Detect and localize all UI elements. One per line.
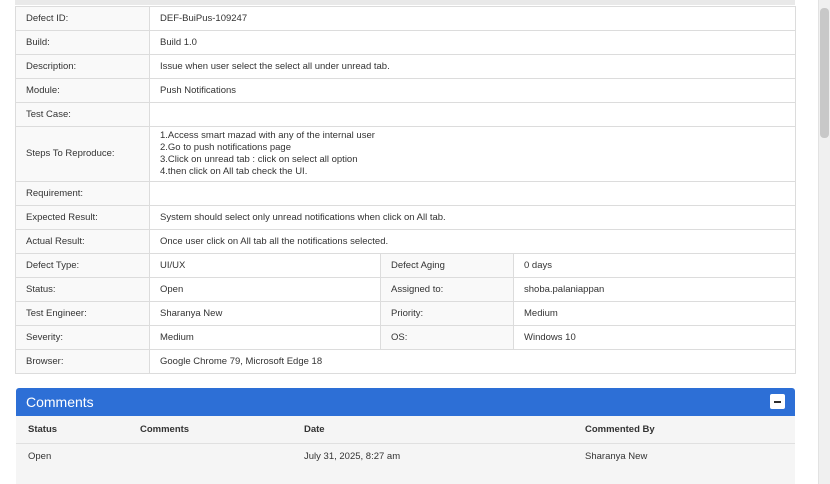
collapse-comments-button[interactable] [770,394,785,409]
row-browser: Browser: Google Chrome 79, Microsoft Edg… [15,349,796,374]
table-row: Open July 31, 2025, 8:27 am Sharanya New [16,444,795,474]
row-status: Status: Open Assigned to: shoba.palaniap… [15,277,796,302]
row-test-case: Test Case: [15,102,796,127]
column-header-comments: Comments [140,424,190,435]
row-description: Description: Issue when user select the … [15,54,796,79]
expected-result-value: System should select only unread notific… [149,205,796,230]
comments-header-row: Status Comments Date Commented By [16,416,795,444]
browser-label: Browser: [15,349,150,374]
minus-icon [774,401,781,403]
comment-date: July 31, 2025, 8:27 am [304,451,401,462]
column-header-commented-by: Commented By [585,424,655,435]
comments-table: Status Comments Date Commented By Open J… [16,416,795,484]
requirement-label: Requirement: [15,181,150,206]
comments-panel-header: Comments [16,388,795,416]
column-header-status: Status [28,424,58,435]
row-severity: Severity: Medium OS: Windows 10 [15,325,796,350]
row-expected-result: Expected Result: System should select on… [15,205,796,230]
os-label: OS: [380,325,514,350]
description-label: Description: [15,54,150,79]
scrollbar-thumb[interactable] [820,8,829,138]
status-value: Open [149,277,381,302]
steps-label: Steps To Reproduce: [15,126,150,182]
comments-title: Comments [26,394,94,410]
row-requirement: Requirement: [15,181,796,206]
description-value: Issue when user select the select all un… [149,54,796,79]
defect-type-label: Defect Type: [15,253,150,278]
expected-result-label: Expected Result: [15,205,150,230]
os-value: Windows 10 [513,325,796,350]
defect-type-value: UI/UX [149,253,381,278]
priority-value: Medium [513,301,796,326]
assigned-to-label: Assigned to: [380,277,514,302]
defect-aging-label: Defect Aging [380,253,514,278]
row-module: Module: Push Notifications [15,78,796,103]
comment-status: Open [28,451,52,462]
comment-author: Sharanya New [585,451,648,462]
defect-id-label: Defect ID: [15,6,150,31]
test-case-value [149,102,796,127]
severity-label: Severity: [15,325,150,350]
row-build: Build: Build 1.0 [15,30,796,55]
defect-details-table: Defect ID: DEF-BuiPus-109247 Build: Buil… [15,6,796,374]
row-defect-type: Defect Type: UI/UX Defect Aging 0 days [15,253,796,278]
build-label: Build: [15,30,150,55]
test-engineer-label: Test Engineer: [15,301,150,326]
actual-result-value: Once user click on All tab all the notif… [149,229,796,254]
vertical-scrollbar[interactable] [818,0,830,484]
defect-id-value: DEF-BuiPus-109247 [149,6,796,31]
row-steps: Steps To Reproduce: 1.Access smart mazad… [15,126,796,182]
module-value: Push Notifications [149,78,796,103]
severity-value: Medium [149,325,381,350]
row-actual-result: Actual Result: Once user click on All ta… [15,229,796,254]
test-case-label: Test Case: [15,102,150,127]
browser-value: Google Chrome 79, Microsoft Edge 18 [149,349,796,374]
column-header-date: Date [304,424,325,435]
test-engineer-value: Sharanya New [149,301,381,326]
module-label: Module: [15,78,150,103]
assigned-to-value: shoba.palaniappan [513,277,796,302]
steps-value: 1.Access smart mazad with any of the int… [149,126,796,182]
row-test-engineer: Test Engineer: Sharanya New Priority: Me… [15,301,796,326]
build-value: Build 1.0 [149,30,796,55]
status-label: Status: [15,277,150,302]
priority-label: Priority: [380,301,514,326]
defect-aging-value: 0 days [513,253,796,278]
requirement-value [149,181,796,206]
actual-result-label: Actual Result: [15,229,150,254]
top-divider [15,0,795,5]
row-defect-id: Defect ID: DEF-BuiPus-109247 [15,6,796,31]
